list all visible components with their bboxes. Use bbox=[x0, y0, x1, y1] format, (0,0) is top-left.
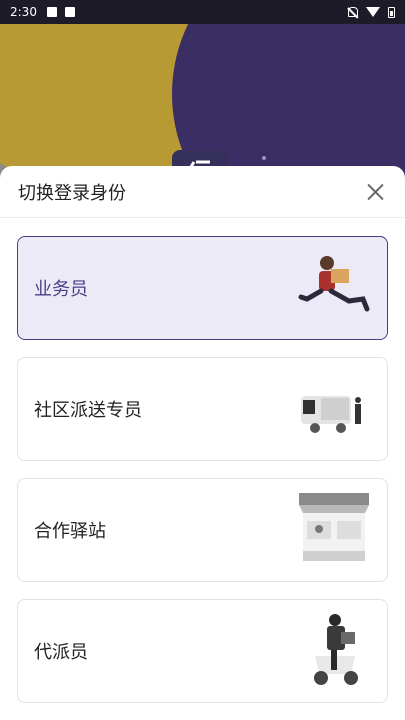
role-label: 社区派送专员 bbox=[34, 400, 142, 420]
status-time: 2:30 bbox=[10, 5, 37, 19]
background-hero bbox=[0, 24, 405, 184]
sheet-title: 切换登录身份 bbox=[18, 182, 126, 203]
courier-running-icon bbox=[298, 256, 370, 312]
sheet-header: 切换登录身份 bbox=[0, 166, 405, 218]
a-icon bbox=[64, 7, 75, 17]
mute-icon bbox=[348, 7, 358, 17]
role-card-partner-station[interactable]: 合作驿站 bbox=[17, 478, 388, 582]
scooter-rider-icon bbox=[314, 614, 358, 685]
role-card-agent-courier[interactable]: 代派员 bbox=[17, 599, 388, 703]
role-label: 业务员 bbox=[34, 279, 88, 299]
wifi-icon bbox=[366, 7, 380, 17]
storefront-icon bbox=[299, 493, 369, 561]
role-label: 代派员 bbox=[34, 642, 88, 662]
image-icon bbox=[46, 7, 57, 17]
role-card-community-courier[interactable]: 社区派送专员 bbox=[17, 357, 388, 461]
delivery-truck-icon bbox=[301, 396, 361, 433]
hero-dot bbox=[262, 156, 266, 160]
close-icon[interactable] bbox=[363, 180, 387, 204]
role-list: 业务员 社区派送专员 合作驿站 代派员 bbox=[0, 218, 405, 703]
role-card-salesman[interactable]: 业务员 bbox=[17, 236, 388, 340]
role-switch-sheet: 切换登录身份 业务员 社区派送专员 合作驿站 代派员 bbox=[0, 166, 405, 720]
status-bar: 2:30 bbox=[0, 0, 405, 24]
battery-icon bbox=[388, 6, 395, 18]
role-label: 合作驿站 bbox=[34, 521, 106, 541]
